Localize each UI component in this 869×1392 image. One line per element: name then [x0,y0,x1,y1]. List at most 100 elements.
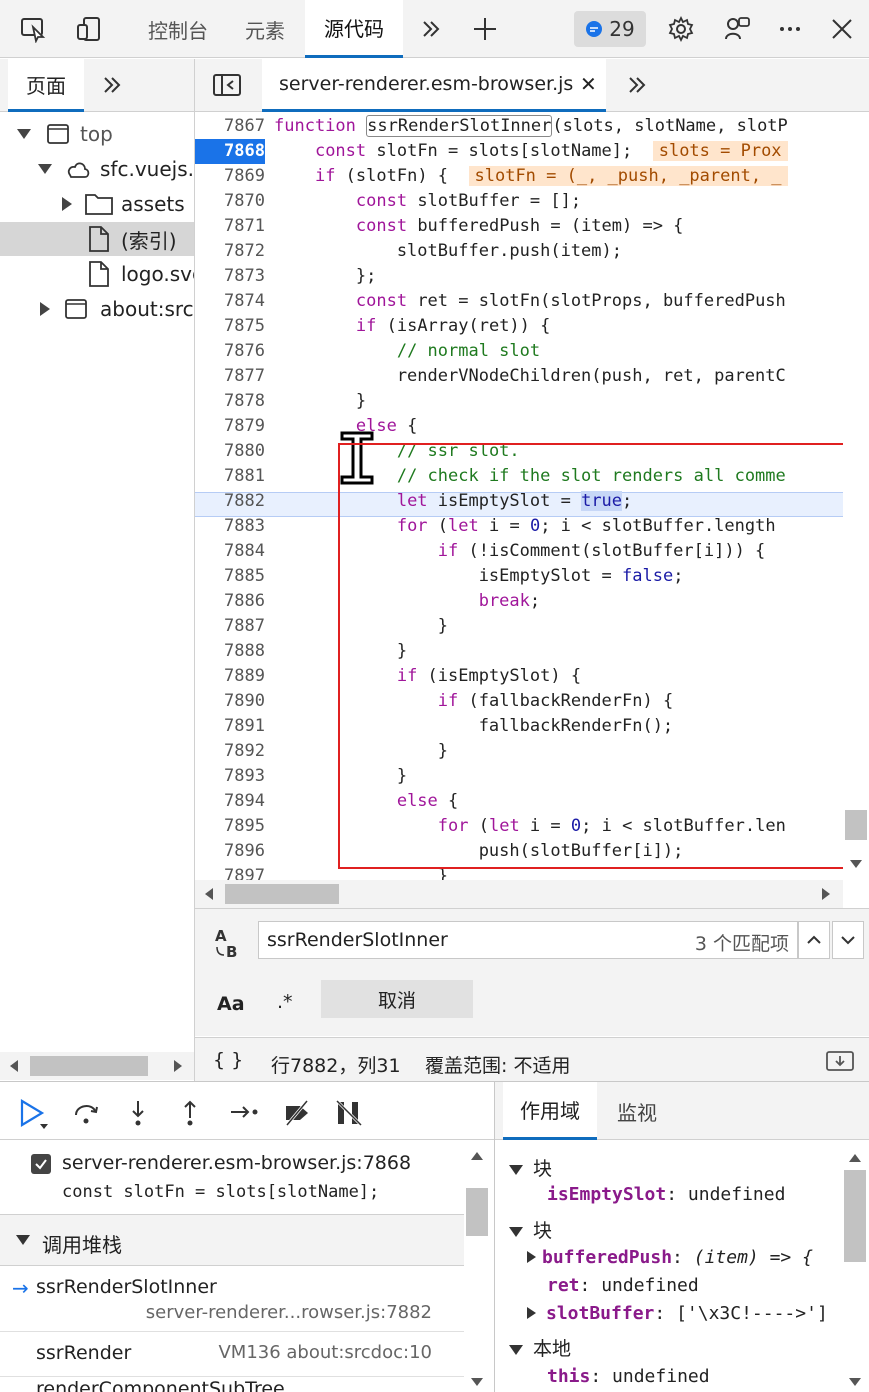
close-tab-icon[interactable]: ✕ [580,72,597,96]
scroll-up-icon[interactable] [849,1154,861,1162]
line-number[interactable]: 7891 [195,714,265,739]
pretty-print-button[interactable]: { } [213,1049,243,1071]
line-number[interactable]: 7873 [195,264,265,289]
scope-variable[interactable]: isEmptySlot: undefined [547,1184,785,1205]
code-line[interactable]: } [274,389,366,414]
line-number[interactable]: 7879 [195,414,265,439]
line-number[interactable]: 7885 [195,564,265,589]
line-number[interactable]: 7872 [195,239,265,264]
line-number[interactable]: 7878 [195,389,265,414]
line-number[interactable]: 7889 [195,664,265,689]
scroll-down-icon[interactable] [850,860,862,868]
tree-item-index[interactable]: (索引) [0,222,195,256]
match-case-button[interactable]: Aa [217,993,245,1015]
line-number[interactable]: 7892 [195,739,265,764]
line-number[interactable]: 7897 [195,864,265,880]
deactivate-breakpoints-icon[interactable] [282,1098,312,1128]
line-number[interactable]: 7867 [195,114,265,139]
scope-variable[interactable]: ret: undefined [547,1275,699,1296]
code-line[interactable]: function ssrRenderSlotInner(slots, slotN… [274,114,788,139]
step-over-icon[interactable] [72,1099,100,1127]
scroll-up-icon[interactable] [471,1152,483,1160]
close-devtools-icon[interactable] [825,12,859,46]
scope-section-local[interactable]: 本地 [509,1334,571,1361]
scope-section-block[interactable]: 块 [509,1216,552,1243]
more-tabs-icon[interactable] [414,12,448,46]
line-number[interactable]: 7888 [195,639,265,664]
tree-item-sfc[interactable]: sfc.vuejs.o [0,152,195,186]
code-line[interactable]: const slotFn = slots[slotName]; slots = … [274,139,788,164]
line-number[interactable]: 7881 [195,464,265,489]
step-into-icon[interactable] [124,1098,152,1128]
code-line[interactable]: if (slotFn) { slotFn = (_, _push, _paren… [274,164,788,189]
scope-section-block[interactable]: 块 [509,1154,552,1181]
line-number[interactable]: 7884 [195,539,265,564]
scroll-right-icon[interactable] [822,888,830,900]
step-icon[interactable] [228,1098,260,1126]
scrollbar-thumb[interactable] [466,1188,488,1236]
line-number[interactable]: 7882 [195,489,265,514]
navigator-hscrollbar[interactable] [0,1052,195,1080]
line-number[interactable]: 7874 [195,289,265,314]
scope-variable[interactable]: slotBuffer: ['\x3C!---->'] [527,1303,828,1324]
more-navigator-tabs-icon[interactable] [100,73,124,97]
scrollbar-thumb[interactable] [225,884,339,904]
tab-page[interactable]: 页面 [8,59,84,112]
breakpoint-file[interactable]: server-renderer.esm-browser.js:7868 [62,1152,411,1174]
line-number[interactable]: 7870 [195,189,265,214]
inspect-element-icon[interactable] [16,12,50,46]
scrollbar-thumb[interactable] [845,810,867,840]
callstack-frame[interactable]: renderComponentSubTree [0,1378,464,1392]
tree-item-assets[interactable]: assets [0,187,195,221]
device-emulation-icon[interactable] [72,12,106,46]
scroll-left-icon[interactable] [10,1060,18,1072]
tree-item-about-srcdoc[interactable]: about:srcdo [0,292,195,326]
tab-sources[interactable]: 源代码 [305,0,403,58]
tree-item-logo[interactable]: logo.svg [0,257,195,291]
debugger-vscrollbar[interactable] [464,1142,490,1392]
code-line[interactable]: const bufferedPush = (item) => { [274,214,684,239]
search-input[interactable]: ssrRenderSlotInner 3 个匹配项 [258,921,798,959]
feedback-icon[interactable] [720,12,754,46]
breakpoint-checkbox[interactable] [31,1154,51,1174]
current-line-number[interactable]: 7868 [195,139,265,164]
line-number[interactable]: 7887 [195,614,265,639]
issues-badge[interactable]: 29 [574,11,646,47]
replace-toggle-icon[interactable]: AB [213,927,241,961]
scroll-down-icon[interactable] [849,1378,861,1386]
line-number[interactable]: 7877 [195,364,265,389]
tab-watch[interactable]: 监视 [599,1082,675,1140]
tab-console[interactable]: 控制台 [131,0,225,58]
toggle-navigator-icon[interactable] [212,73,242,97]
line-number[interactable]: 7893 [195,764,265,789]
scope-variable[interactable]: bufferedPush: (item) => { [527,1247,813,1268]
tab-scope[interactable]: 作用域 [503,1082,597,1140]
scrollbar-thumb[interactable] [844,1170,866,1262]
line-number[interactable]: 7886 [195,589,265,614]
more-files-icon[interactable] [625,73,649,97]
code-line[interactable]: slotBuffer.push(item); [274,239,622,264]
pause-on-exceptions-icon[interactable] [334,1098,364,1128]
code-line[interactable]: }; [274,264,376,289]
settings-gear-icon[interactable] [664,12,698,46]
line-number[interactable]: 7871 [195,214,265,239]
line-number[interactable]: 7896 [195,839,265,864]
step-out-icon[interactable] [176,1098,204,1128]
resume-icon[interactable] [18,1098,50,1130]
tab-elements[interactable]: 元素 [228,0,302,58]
line-number[interactable]: 7883 [195,514,265,539]
editor-hscrollbar[interactable] [195,880,843,908]
regex-button[interactable]: .* [277,991,293,1013]
code-line[interactable]: renderVNodeChildren(push, ret, parentC [274,364,786,389]
code-line[interactable]: const slotBuffer = []; [274,189,581,214]
line-number[interactable]: 7869 [195,164,265,189]
editor-vscrollbar[interactable] [843,114,869,880]
add-tab-icon[interactable] [468,12,502,46]
code-line[interactable]: if (isArray(ret)) { [274,314,550,339]
tree-item-top[interactable]: top [0,117,195,151]
callstack-frame[interactable]: ssrRender VM136 about:srcdoc:10 [0,1333,464,1377]
callstack-header[interactable]: 调用堆栈 [0,1214,464,1266]
scroll-down-icon[interactable] [471,1378,483,1386]
show-drawer-icon[interactable] [825,1050,855,1072]
scope-variable[interactable]: this: undefined [547,1366,710,1387]
